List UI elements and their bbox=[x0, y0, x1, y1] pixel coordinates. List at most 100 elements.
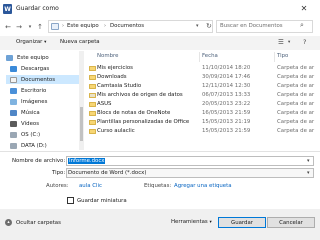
tools-menu[interactable]: Herramientas ▾ bbox=[171, 219, 212, 225]
file-date: 20/05/2013 23:22 bbox=[202, 101, 251, 107]
folder-icon bbox=[89, 84, 96, 89]
word-icon: W bbox=[3, 4, 12, 14]
column-header-date[interactable]: Fecha bbox=[202, 53, 218, 59]
drive-icon bbox=[10, 142, 17, 149]
nav-item-drive-c[interactable]: OS (C:) bbox=[10, 130, 82, 139]
filename-input[interactable]: Informe.docx bbox=[68, 158, 106, 164]
data-sources-folder-icon bbox=[89, 93, 96, 98]
address-dropdown-icon[interactable]: ▾ bbox=[196, 23, 199, 29]
organize-menu[interactable]: Organizar ▾ bbox=[16, 39, 46, 45]
nav-item-desktop[interactable]: Escritorio bbox=[10, 86, 82, 95]
help-icon[interactable]: ? bbox=[303, 38, 306, 46]
computer-icon bbox=[6, 54, 13, 61]
file-date: 11/10/2014 18:20 bbox=[202, 65, 251, 71]
folder-icon bbox=[89, 120, 96, 125]
pane-divider bbox=[0, 151, 320, 152]
file-name: Plantillas personalizadas de Office bbox=[97, 119, 190, 125]
documents-icon bbox=[10, 76, 17, 83]
type-select-value: Documento de Word (*.docx) bbox=[68, 170, 147, 176]
folder-icon bbox=[89, 129, 96, 134]
chevron-right-icon: › bbox=[104, 23, 106, 29]
thumbnail-checkbox[interactable] bbox=[67, 197, 74, 204]
recent-locations-button[interactable]: ▾ bbox=[25, 22, 35, 32]
file-name: ASUS bbox=[97, 101, 112, 107]
file-name: Mis archivos de origen de datos bbox=[97, 92, 183, 98]
nav-item-drive-d[interactable]: DATA (D:) bbox=[10, 141, 82, 150]
command-bar bbox=[0, 36, 320, 50]
videos-icon bbox=[10, 120, 17, 127]
column-divider[interactable] bbox=[274, 52, 275, 62]
music-icon bbox=[10, 109, 17, 116]
file-type: Carpeta de ar bbox=[277, 74, 315, 80]
close-icon: ✕ bbox=[300, 4, 308, 13]
search-input[interactable]: Buscar en Documentos bbox=[220, 23, 283, 29]
thumbnail-label: Guardar miniatura bbox=[77, 198, 127, 204]
search-icon[interactable]: ⌕ bbox=[300, 21, 304, 30]
breadcrumb-this-pc[interactable]: Este equipo bbox=[67, 23, 99, 29]
chevron-down-icon: ▾ bbox=[44, 40, 47, 45]
file-date: 16/05/2013 21:59 bbox=[202, 110, 251, 116]
folder-icon bbox=[89, 111, 96, 116]
tags-input[interactable]: Agregar una etiqueta bbox=[174, 183, 232, 189]
folder-icon bbox=[51, 23, 59, 30]
nav-item-downloads[interactable]: Descargas bbox=[10, 64, 82, 73]
breadcrumb-documents[interactable]: Documentos bbox=[110, 23, 144, 29]
chevron-down-icon: ▾ bbox=[209, 220, 212, 225]
folder-icon bbox=[89, 102, 96, 107]
nav-item-this-pc[interactable]: Este equipo bbox=[6, 53, 78, 62]
type-label: Tipo: bbox=[52, 170, 66, 176]
back-button[interactable]: ← bbox=[3, 22, 13, 32]
file-date: 06/07/2013 13:33 bbox=[202, 92, 251, 98]
chevron-down-icon[interactable]: ▾ bbox=[307, 158, 310, 164]
filename-label: Nombre de archivo: bbox=[12, 158, 66, 164]
column-header-name[interactable]: Nombre bbox=[97, 53, 118, 59]
file-date: 15/05/2013 21:59 bbox=[202, 128, 251, 134]
file-name: Curso aulaclic bbox=[97, 128, 135, 134]
back-arrow-icon: ← bbox=[5, 23, 11, 31]
column-header-type[interactable]: Tipo bbox=[277, 53, 288, 59]
file-type: Carpeta de ar bbox=[277, 128, 315, 134]
file-type: Carpeta de ar bbox=[277, 83, 315, 89]
chevron-up-icon[interactable]: ▴ bbox=[5, 219, 12, 226]
nav-item-videos[interactable]: Vídeos bbox=[10, 119, 82, 128]
file-type: Carpeta de ar bbox=[277, 65, 315, 71]
file-date: 15/05/2013 21:19 bbox=[202, 119, 251, 125]
folder-icon bbox=[89, 66, 96, 71]
file-date: 30/09/2014 17:46 bbox=[202, 74, 251, 80]
cancel-button[interactable]: Cancelar bbox=[267, 217, 315, 228]
nav-item-pictures[interactable]: Imágenes bbox=[10, 97, 82, 106]
chevron-down-icon[interactable]: ▾ bbox=[307, 170, 310, 176]
forward-button[interactable]: → bbox=[14, 22, 24, 32]
file-name: Mis ejercicios bbox=[97, 65, 133, 71]
downloads-icon bbox=[10, 65, 17, 72]
authors-value[interactable]: aula Clic bbox=[79, 183, 102, 189]
close-button[interactable]: ✕ bbox=[293, 2, 315, 15]
file-type: Carpeta de ar bbox=[277, 110, 315, 116]
tags-label: Etiquetas: bbox=[144, 183, 172, 189]
file-type: Carpeta de ar bbox=[277, 92, 315, 98]
save-button[interactable]: Guardar bbox=[218, 217, 266, 228]
nav-scrollbar-thumb[interactable] bbox=[80, 107, 83, 141]
file-name: Downloads bbox=[97, 74, 127, 80]
column-divider[interactable] bbox=[199, 52, 200, 62]
view-options-icon[interactable]: ☰ bbox=[278, 38, 284, 46]
file-name: Camtasia Studio bbox=[97, 83, 142, 89]
chevron-right-icon: › bbox=[62, 23, 64, 29]
window-title: Guardar como bbox=[16, 5, 59, 12]
authors-label: Autores: bbox=[46, 183, 69, 189]
nav-item-documents[interactable]: Documentos bbox=[6, 75, 79, 84]
file-date: 12/11/2014 12:30 bbox=[202, 83, 251, 89]
folder-icon bbox=[89, 75, 96, 80]
new-folder-button[interactable]: Nueva carpeta bbox=[60, 39, 100, 45]
file-type: Carpeta de ar bbox=[277, 101, 315, 107]
chevron-down-icon: ▾ bbox=[28, 24, 32, 30]
nav-item-music[interactable]: Música bbox=[10, 108, 82, 117]
chevron-down-icon[interactable]: ▾ bbox=[288, 40, 290, 45]
refresh-icon[interactable]: ↻ bbox=[206, 22, 212, 30]
desktop-icon bbox=[10, 87, 17, 94]
up-arrow-icon: ↑ bbox=[37, 23, 43, 31]
up-button[interactable]: ↑ bbox=[35, 22, 45, 32]
file-type: Carpeta de ar bbox=[277, 119, 315, 125]
drive-icon bbox=[10, 131, 17, 138]
hide-folders-button[interactable]: Ocultar carpetas bbox=[16, 220, 61, 226]
